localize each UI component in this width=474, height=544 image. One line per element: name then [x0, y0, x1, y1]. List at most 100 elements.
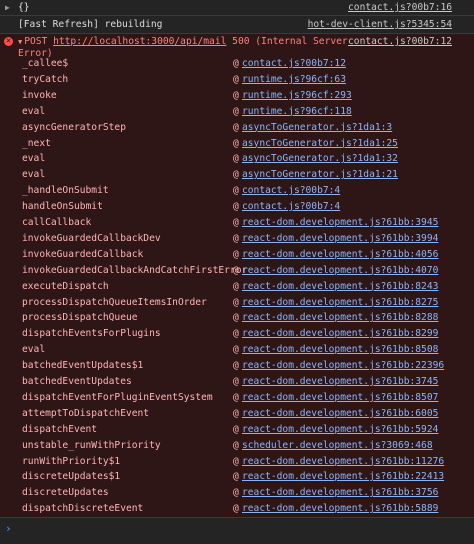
stack-frame-function: dispatchEventsForPlugins	[22, 328, 161, 340]
stack-frame-source-link[interactable]: react-dom.development.js?61bb:22413	[242, 471, 444, 482]
collapse-triangle-icon[interactable]: ▼	[18, 38, 22, 46]
stack-frame-source-link[interactable]: react-dom.development.js?61bb:8507	[242, 392, 438, 403]
stack-frame-at: @	[233, 344, 239, 356]
stack-frame-source-link[interactable]: react-dom.development.js?61bb:4070	[242, 265, 438, 276]
stack-frame-function: batchedEventUpdates$1	[22, 360, 144, 372]
stack-frame-source-link[interactable]: contact.js?00b7:4	[242, 201, 340, 212]
stack-frame-at: @	[233, 153, 239, 165]
stack-frame-source-link[interactable]: react-dom.development.js?61bb:8243	[242, 281, 438, 292]
stack-frame: dispatchDiscreteEvent @ react-dom.developm…	[0, 503, 474, 519]
stack-frame-source-link[interactable]: react-dom.development.js?61bb:8288	[242, 312, 438, 323]
stack-frame-source-link[interactable]: react-dom.development.js?61bb:3994	[242, 233, 438, 244]
stack-frame-function: asyncGeneratorStep	[22, 121, 126, 133]
stack-frame-function: invokeGuardedCallbackDev	[22, 232, 161, 244]
console-prompt[interactable]: ›	[0, 518, 474, 544]
stack-frame-at: @	[233, 391, 239, 403]
stack-frame-function: dispatchEventForPluginEventSystem	[22, 391, 213, 403]
error-source-link[interactable]: contact.js?00b7:12	[348, 36, 452, 47]
stack-frame-source-link[interactable]: react-dom.development.js?61bb:22396	[242, 360, 444, 371]
stack-frame: invokeGuardedCallback @ react-dom.developm…	[0, 249, 474, 265]
stack-frame: processDispatchQueue @ react-dom.developme…	[0, 312, 474, 328]
stack-frame-function: unstable_runWithPriority	[22, 439, 161, 451]
stack-frame-function: tryCatch	[22, 73, 69, 85]
stack-frame-source-link[interactable]: runtime.js?96cf:118	[242, 106, 352, 117]
stack-frame-at: @	[233, 121, 239, 133]
stack-frame-function: discreteUpdates	[22, 487, 109, 499]
stack-frame-source-link[interactable]: contact.js?00b7:4	[242, 185, 340, 196]
stack-frame: eval @ asyncToGenerator.js?1da1:21	[0, 169, 474, 185]
stack-frame-source-link[interactable]: asyncToGenerator.js?1da1:21	[242, 169, 398, 180]
stack-frame: invokeGuardedCallbackAndCatchFirstError @…	[0, 265, 474, 281]
stack-frame: processDispatchQueueItemsInOrder @ react-d…	[0, 297, 474, 313]
stack-frame-function: runWithPriority$1	[22, 455, 121, 467]
stack-frame-function: attemptToDispatchEvent	[22, 407, 150, 419]
prompt-chevron-icon: ›	[5, 522, 12, 535]
stack-frame: executeDispatch @ react-dom.development.js…	[0, 281, 474, 297]
stack-frame-function: batchedEventUpdates	[22, 376, 132, 387]
error-message[interactable]: ▼ POST http://localhost:3000/api/mail 500…	[18, 36, 348, 59]
stack-frame-function: eval	[22, 344, 46, 356]
stack-frame-source-link[interactable]: react-dom.development.js?61bb:5889	[242, 503, 438, 514]
stack-frame-at: @	[233, 487, 239, 499]
stack-frame-source-link[interactable]: asyncToGenerator.js?1da1:25	[242, 138, 398, 149]
source-link[interactable]: hot-dev-client.js?5345:54	[308, 19, 452, 30]
stack-frame: dispatchEvent @ react-dom.development.js?6…	[0, 424, 474, 440]
stack-frame: batchedEventUpdates @ react-dom.developmen…	[0, 376, 474, 392]
console-log-object-row[interactable]: ▶ {} contact.js?00b7:16	[0, 0, 474, 16]
devtools-console: ▶ {} contact.js?00b7:16 [Fast Refresh] r…	[0, 0, 474, 544]
stack-frame-source-link[interactable]: contact.js?00b7:12	[242, 58, 346, 69]
stack-frame-at: @	[233, 89, 239, 101]
stack-frame-source-link[interactable]: asyncToGenerator.js?1da1:32	[242, 153, 398, 164]
stack-frame-at: @	[233, 439, 239, 451]
stack-frame-at: @	[233, 169, 239, 181]
stack-frame: tryCatch @ runtime.js?96cf:63	[0, 74, 474, 90]
stack-frame-at: @	[233, 423, 239, 435]
stack-frame: dispatchEventForPluginEventSystem @ react-…	[0, 392, 474, 408]
stack-frame-at: @	[233, 360, 239, 372]
stack-frame-source-link[interactable]: scheduler.development.js?3069:468	[242, 440, 433, 451]
stack-frame-source-link[interactable]: react-dom.development.js?61bb:11276	[242, 456, 444, 467]
stack-frame: _next @ asyncToGenerator.js?1da1:25	[0, 138, 474, 154]
stack-frame-source-link[interactable]: react-dom.development.js?61bb:8508	[242, 344, 438, 355]
stack-frame-source-link[interactable]: react-dom.development.js?61bb:3945	[242, 217, 438, 228]
stack-frame-source-link[interactable]: runtime.js?96cf:293	[242, 90, 352, 101]
stack-frame-source-link[interactable]: asyncToGenerator.js?1da1:3	[242, 122, 392, 133]
stack-frame: discreteUpdates @ react-dom.development.js…	[0, 487, 474, 503]
stack-frame-source-link[interactable]: react-dom.development.js?61bb:3756	[242, 487, 438, 498]
error-icon: ✕	[4, 37, 13, 46]
stack-frame-at: @	[233, 280, 239, 292]
stack-frame-function: invoke	[22, 89, 57, 101]
logged-object[interactable]: {}	[18, 2, 30, 13]
stack-frame-at: @	[233, 503, 239, 515]
stack-frame-source-link[interactable]: react-dom.development.js?61bb:4056	[242, 249, 438, 260]
stack-frame: _callee$ @ contact.js?00b7:12	[0, 58, 474, 74]
stack-frame-function: processDispatchQueueItemsInOrder	[22, 296, 207, 308]
stack-frame: callCallback @ react-dom.development.js?61…	[0, 217, 474, 233]
stack-frame-function: eval	[22, 169, 46, 181]
stack-frame-at: @	[233, 105, 239, 117]
stack-frame: _handleOnSubmit @ contact.js?00b7:4	[0, 185, 474, 201]
stack-frame-function: dispatchEvent	[22, 423, 98, 435]
stack-frame: eval @ asyncToGenerator.js?1da1:32	[0, 153, 474, 169]
stack-frame-function: invokeGuardedCallbackAndCatchFirstError	[22, 264, 248, 276]
stack-frame: handleOnSubmit @ contact.js?00b7:4	[0, 201, 474, 217]
stack-frame: discreteUpdates$1 @ react-dom.development.…	[0, 471, 474, 487]
stack-frame: asyncGeneratorStep @ asyncToGenerator.js?1…	[0, 122, 474, 138]
stack-frame-source-link[interactable]: runtime.js?96cf:63	[242, 74, 346, 85]
stack-frame-at: @	[233, 185, 239, 197]
stack-frame-at: @	[233, 248, 239, 260]
stack-frame-at: @	[233, 296, 239, 308]
source-link[interactable]: contact.js?00b7:16	[348, 2, 452, 13]
log-message: [Fast Refresh] rebuilding	[18, 19, 163, 30]
stack-frame-at: @	[233, 328, 239, 340]
stack-frame-source-link[interactable]: react-dom.development.js?61bb:5924	[242, 424, 438, 435]
expand-triangle-icon[interactable]: ▶	[5, 3, 10, 12]
stack-frame-source-link[interactable]: react-dom.development.js?61bb:6005	[242, 408, 438, 419]
stack-frame: dispatchEventsForPlugins @ react-dom.devel…	[0, 328, 474, 344]
error-url-link[interactable]: http://localhost:3000/api/mail	[53, 36, 226, 47]
stack-frame-source-link[interactable]: react-dom.development.js?61bb:8299	[242, 328, 438, 339]
stack-frame-source-link[interactable]: react-dom.development.js?61bb:3745	[242, 376, 438, 387]
stack-frame-at: @	[233, 137, 239, 149]
stack-frame-source-link[interactable]: react-dom.development.js?61bb:8275	[242, 297, 438, 308]
stack-frame-function: eval	[22, 105, 46, 117]
